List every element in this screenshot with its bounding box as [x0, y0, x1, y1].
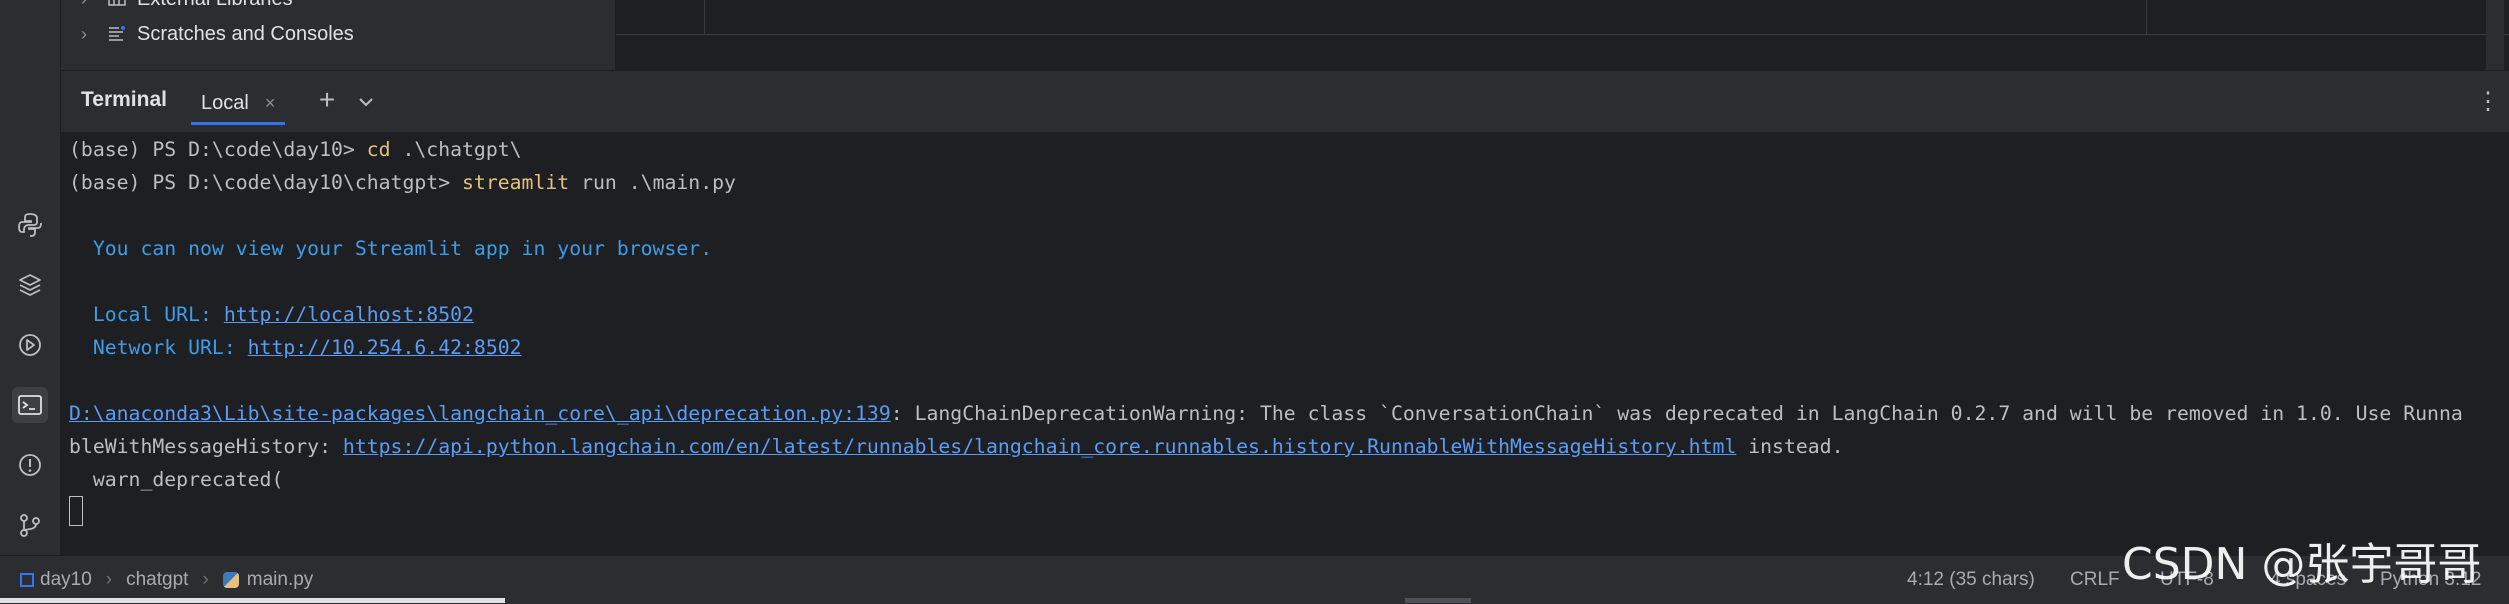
git-icon[interactable]: [12, 507, 48, 543]
terminal-icon[interactable]: [12, 387, 48, 423]
watermark: CSDN @张宇哥哥: [2122, 539, 2482, 590]
terminal-line: (base) PS D:\code\day10\chatgpt> streaml…: [69, 168, 736, 198]
scroll-indicator: [1405, 598, 1471, 603]
prompt: (base) PS D:\code\day10\chatgpt>: [69, 171, 463, 194]
network-url-link[interactable]: http://10.254.6.42:8502: [248, 336, 522, 359]
editor-scrollbar[interactable]: [2486, 0, 2504, 70]
command-args: .\chatgpt\: [390, 138, 522, 161]
tree-item-label: Scratches and Consoles: [137, 22, 354, 45]
chevron-right-icon: ›: [105, 569, 113, 590]
left-tool-strip: [0, 0, 61, 555]
docs-link[interactable]: https://api.python.langchain.com/en/late…: [343, 435, 1736, 458]
tab-local[interactable]: Local ×: [191, 81, 286, 125]
command-args: run .\main.py: [569, 171, 736, 194]
services-icon[interactable]: [12, 327, 48, 363]
close-icon[interactable]: ×: [265, 93, 276, 114]
chevron-right-icon: ›: [202, 569, 209, 590]
chevron-down-icon[interactable]: [353, 89, 379, 115]
python-file-icon: [222, 572, 239, 588]
terminal-title: Terminal: [81, 88, 167, 111]
breadcrumb-item[interactable]: chatgpt: [126, 569, 188, 591]
chevron-right-icon[interactable]: ›: [81, 0, 105, 10]
prompt: (base) PS D:\code\day10>: [69, 138, 367, 161]
divider: [2146, 0, 2147, 34]
warning-text: instead.: [1736, 435, 1844, 458]
layers-icon[interactable]: [12, 267, 48, 303]
scroll-indicator: [0, 598, 505, 603]
local-url-link[interactable]: http://localhost:8502: [224, 303, 474, 326]
chevron-right-icon[interactable]: ›: [81, 24, 105, 45]
warning-text: : LangChainDeprecationWarning: The class…: [890, 402, 2463, 425]
terminal-line: (base) PS D:\code\day10> cd .\chatgpt\: [69, 135, 522, 165]
divider: [704, 0, 705, 34]
breadcrumb-item[interactable]: day10: [40, 569, 92, 591]
add-tab-button[interactable]: +: [313, 86, 341, 115]
tree-item-external-libraries[interactable]: › External Libraries: [81, 0, 293, 16]
network-url-label: Network URL:: [69, 336, 248, 359]
terminal-line: bleWithMessageHistory: https://api.pytho…: [69, 432, 1844, 462]
terminal-header: Terminal Local × + ⋮: [61, 70, 2509, 133]
module-icon: [20, 573, 34, 587]
terminal-info-line: You can now view your Streamlit app in y…: [69, 237, 713, 260]
terminal-line: D:\anaconda3\Lib\site-packages\langchain…: [69, 399, 2463, 429]
tree-item-scratches[interactable]: › Scratches and Consoles: [81, 17, 354, 51]
project-tree: › External Libraries › Scratches and Con…: [61, 0, 616, 70]
command: cd: [366, 138, 391, 161]
active-tab-indicator: [191, 122, 286, 125]
breadcrumb: day10 › chatgpt › main.py: [20, 568, 313, 592]
problems-icon[interactable]: [12, 447, 48, 483]
local-url-label: Local URL:: [69, 303, 224, 326]
warning-text: bleWithMessageHistory:: [69, 435, 343, 458]
scratches-icon: [105, 22, 129, 46]
terminal-cursor: [69, 496, 83, 526]
deprecation-file-link[interactable]: D:\anaconda3\Lib\site-packages\langchain…: [69, 402, 891, 425]
tab-label: Local: [201, 91, 249, 114]
more-options-icon[interactable]: ⋮: [2475, 87, 2501, 117]
terminal-output[interactable]: (base) PS D:\code\day10> cd .\chatgpt\ (…: [61, 132, 2509, 555]
terminal-line: Local URL: http://localhost:8502: [69, 300, 474, 330]
caret-position[interactable]: 4:12 (35 chars): [1907, 568, 2035, 592]
library-icon: [105, 0, 129, 11]
breadcrumb-item[interactable]: main.py: [247, 569, 314, 591]
editor-area: [616, 0, 2509, 35]
tree-item-label: External Libraries: [137, 0, 293, 11]
command: streamlit: [462, 171, 570, 194]
terminal-line: Network URL: http://10.254.6.42:8502: [69, 333, 522, 363]
python-console-icon[interactable]: [12, 207, 48, 243]
line-separator[interactable]: CRLF: [2070, 568, 2120, 592]
terminal-line: warn_deprecated(: [69, 468, 284, 491]
